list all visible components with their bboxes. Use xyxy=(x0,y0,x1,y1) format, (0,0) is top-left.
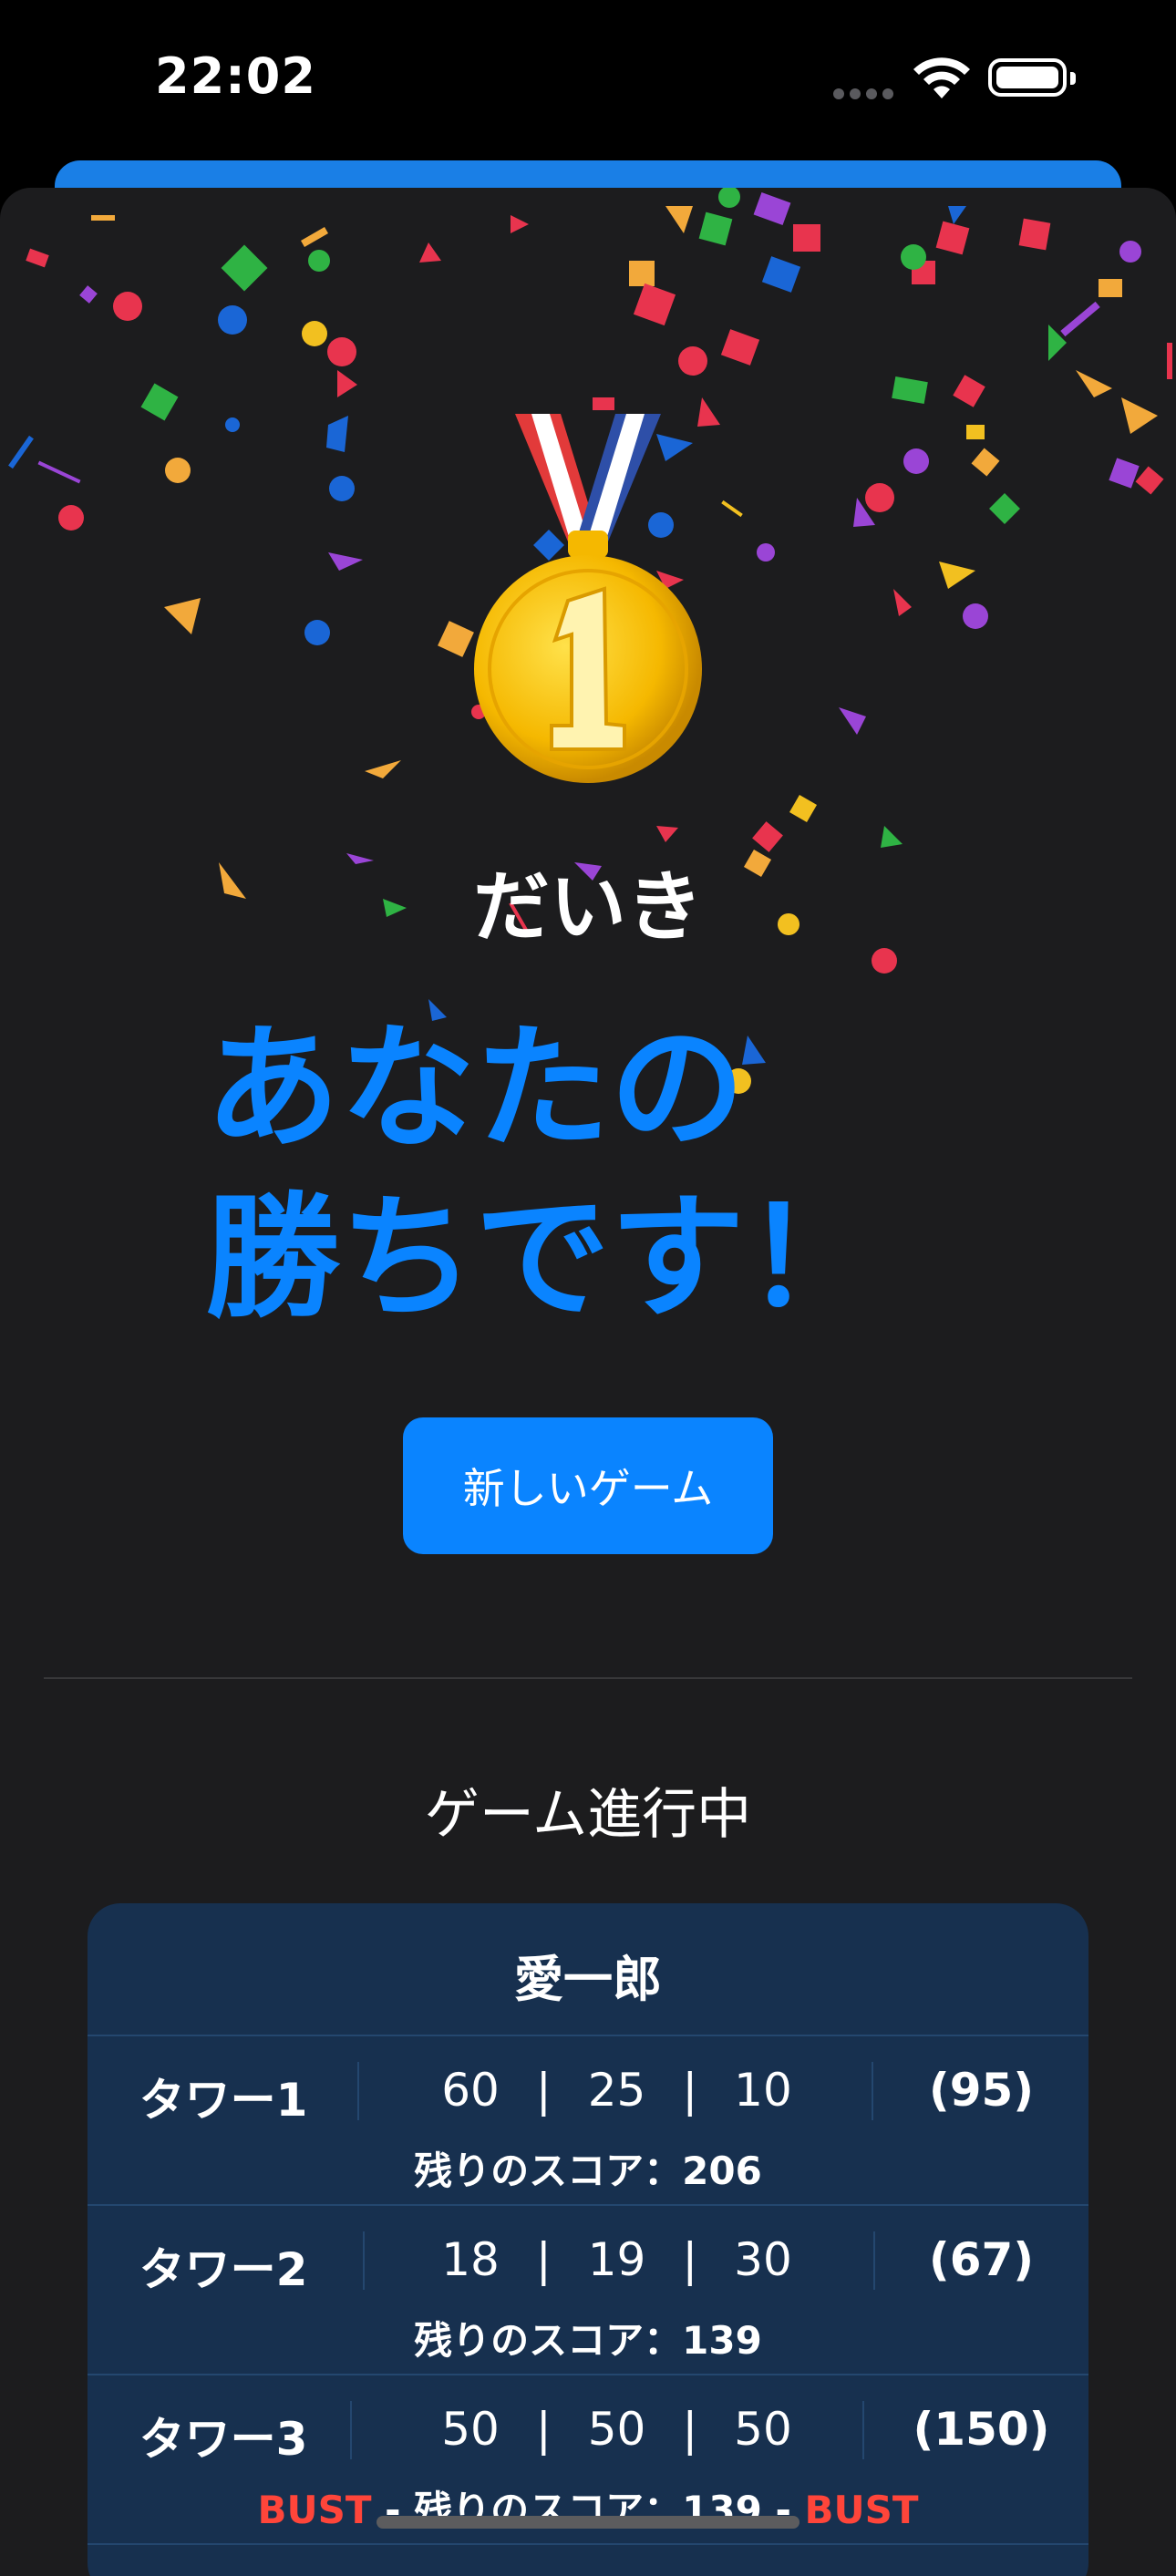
win-message-line2: 勝ちです！ xyxy=(205,1180,880,1336)
result-sheet: だいき あなたの 勝ちです！ 新しいゲーム ゲーム進行中 愛一郎 タワー1 60… xyxy=(0,188,1176,2576)
column-divider xyxy=(862,2401,864,2459)
tower-scores: 18 | 19 | 30 xyxy=(441,2233,792,2286)
new-game-button[interactable]: 新しいゲーム xyxy=(403,1417,773,1554)
tower-total: (95) xyxy=(928,2064,1035,2117)
remaining-value: 206 xyxy=(682,2148,762,2193)
score-value: 50 xyxy=(734,2403,792,2456)
remaining-score: 残りのスコア：139 xyxy=(88,2310,1088,2365)
column-divider xyxy=(872,2062,873,2120)
score-value: 25 xyxy=(587,2064,646,2117)
player-name: 愛一郎 xyxy=(88,1903,1088,2036)
home-indicator[interactable] xyxy=(377,2516,799,2529)
game-in-progress-title: ゲーム進行中 xyxy=(424,1783,752,1847)
winner-name: だいき xyxy=(472,862,703,952)
tower-total: (150) xyxy=(913,2403,1050,2456)
remaining-score: 残りのスコア：206 xyxy=(88,2140,1088,2196)
divider xyxy=(44,1677,1132,1679)
tower-scores: 50 | 50 | 50 xyxy=(441,2403,792,2456)
status-bar: 22:02 xyxy=(0,0,1176,173)
score-value: 30 xyxy=(734,2233,792,2286)
tower-row-2: タワー2 18 | 19 | 30 (67) 残りのスコア：139 xyxy=(88,2206,1088,2375)
remaining-label: 残りのスコア： xyxy=(414,2318,683,2363)
remaining-value: 139 xyxy=(682,2318,762,2363)
score-value: 50 xyxy=(441,2403,500,2456)
win-message-line1: あなたの xyxy=(205,1010,745,1167)
scoreboard-card: 愛一郎 タワー1 60 | 25 | 10 (95) 残りのスコア：206 タワー2 1… xyxy=(88,1903,1088,2576)
tower-label: タワー3 xyxy=(139,2413,308,2466)
status-time: 22:02 xyxy=(155,47,316,105)
battery-icon xyxy=(988,58,1076,97)
tower-total: (67) xyxy=(928,2233,1035,2286)
score-value: 19 xyxy=(587,2233,646,2286)
score-value: 18 xyxy=(441,2233,500,2286)
bust-label: BUST xyxy=(257,2488,372,2532)
wifi-icon xyxy=(913,57,970,98)
score-value: 10 xyxy=(734,2064,792,2117)
tower-label: タワー1 xyxy=(139,2074,308,2127)
remaining-label: 残りのスコア： xyxy=(414,2148,683,2193)
score-value: 60 xyxy=(441,2064,500,2117)
column-divider xyxy=(350,2401,352,2459)
bust-label: BUST xyxy=(804,2488,919,2532)
cellular-signal-icon xyxy=(833,86,899,103)
tower-scores: 60 | 25 | 10 xyxy=(441,2064,792,2117)
score-value: 50 xyxy=(587,2403,646,2456)
tower-label: タワー2 xyxy=(139,2243,308,2296)
win-message: あなたの 勝ちです！ xyxy=(205,1004,1026,1343)
tower-row-1: タワー1 60 | 25 | 10 (95) 残りのスコア：206 xyxy=(88,2036,1088,2206)
